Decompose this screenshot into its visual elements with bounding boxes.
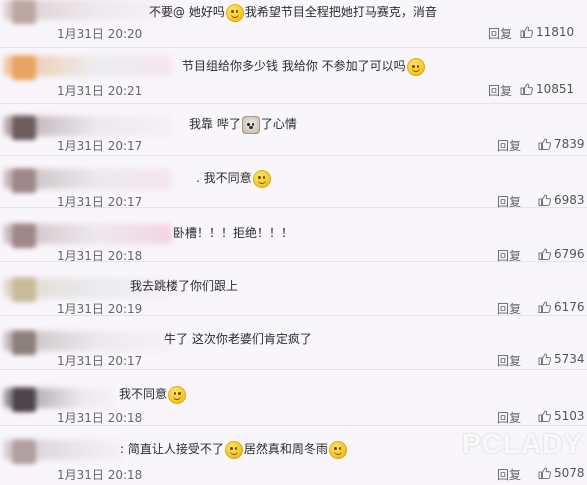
- thumbs-up-icon: [538, 248, 551, 260]
- like-button[interactable]: 11810: [520, 25, 574, 39]
- reply-button[interactable]: 回复: [497, 466, 521, 483]
- avatar: [12, 116, 36, 140]
- dog-emoji-icon: [241, 115, 260, 134]
- thumbs-up-icon: [538, 467, 551, 479]
- thumbs-up-icon: [538, 353, 551, 365]
- thinking-emoji-icon: [224, 440, 243, 459]
- comment-item: 不要@ 她好吗 我希望节目全程把她打马赛克，消音 1月31日 20:20 回复 1…: [0, 0, 587, 48]
- like-button[interactable]: 6796: [538, 247, 585, 261]
- comment-item: 我靠 哔了 了心情 1月31日 20:17 回复 7839: [0, 104, 587, 156]
- smile-emoji-icon: [225, 3, 244, 22]
- comment-item: 牛了 这次你老婆们肯定疯了 1月31日 20:17 回复 5734: [0, 316, 587, 370]
- reply-button[interactable]: 回复: [488, 25, 512, 42]
- avatar: [12, 0, 36, 24]
- comment-text: . 我不同意: [196, 169, 272, 188]
- like-button[interactable]: 7839: [538, 137, 585, 151]
- comment-time: 1月31日 20:20: [57, 27, 143, 41]
- comment-item: 卧槽！！！拒绝！！！ 1月31日 20:18 回复 6796: [0, 208, 587, 263]
- like-button[interactable]: 5103: [538, 409, 585, 423]
- comment-text: : 简直让人接受不了 居然真和周冬雨: [120, 440, 348, 459]
- comment-text: 我靠 哔了 了心情: [189, 115, 297, 134]
- like-count: 6983: [554, 193, 585, 207]
- like-button[interactable]: 6983: [538, 193, 585, 207]
- reply-button[interactable]: 回复: [497, 137, 521, 154]
- like-count: 5103: [554, 409, 585, 423]
- comment-time: 1月31日 20:18: [57, 411, 143, 425]
- like-count: 5734: [554, 352, 585, 366]
- comment-time: 1月31日 20:21: [57, 84, 143, 98]
- comment-item: 我去跳楼了你们跟上 1月31日 20:19 回复 6176: [0, 262, 587, 316]
- avatar: [12, 224, 36, 248]
- comment-time: 1月31日 20:17: [57, 354, 143, 368]
- reply-button[interactable]: 回复: [497, 300, 521, 317]
- angry-emoji-icon: [406, 57, 425, 76]
- avatar: [12, 278, 36, 302]
- like-count: 6176: [554, 300, 585, 314]
- like-count: 7839: [554, 137, 585, 151]
- avatar: [12, 169, 36, 193]
- avatar: [12, 388, 36, 412]
- thumbs-up-icon: [538, 410, 551, 422]
- avatar: [12, 56, 36, 80]
- comment-item: 节目组给你多少钱 我给你 不参加了可以吗 1月31日 20:21 回复 1085…: [0, 48, 587, 104]
- avatar: [12, 440, 36, 464]
- thumbs-up-icon: [520, 83, 533, 95]
- reply-button[interactable]: 回复: [497, 352, 521, 369]
- like-count: 6796: [554, 247, 585, 261]
- comment-text: 我去跳楼了你们跟上: [130, 279, 239, 293]
- thumbs-up-icon: [520, 26, 533, 38]
- like-button[interactable]: 5734: [538, 352, 585, 366]
- comment-text: 节目组给你多少钱 我给你 不参加了可以吗: [182, 57, 426, 76]
- comment-time: 1月31日 20:19: [57, 302, 143, 316]
- thinking-emoji-icon: [328, 440, 347, 459]
- like-count: 10851: [536, 82, 575, 96]
- comment-time: 1月31日 20:17: [57, 139, 143, 153]
- reply-button[interactable]: 回复: [497, 409, 521, 426]
- comment-text: 我不同意: [119, 385, 187, 404]
- comment-item: . 我不同意 1月31日 20:17 回复 6983: [0, 156, 587, 209]
- comment-text: 不要@ 她好吗 我希望节目全程把她打马赛克，消音: [149, 3, 437, 22]
- smile-emoji-icon: [168, 385, 187, 404]
- like-count: 11810: [536, 25, 575, 39]
- comment-item: 我不同意 1月31日 20:18 回复 5103: [0, 370, 587, 426]
- comment-time: 1月31日 20:18: [57, 468, 143, 482]
- thumbs-up-icon: [538, 194, 551, 206]
- like-button[interactable]: 10851: [520, 82, 574, 96]
- thumbs-up-icon: [538, 138, 551, 150]
- avatar: [12, 331, 36, 355]
- reply-button[interactable]: 回复: [488, 82, 512, 99]
- like-button[interactable]: 5078: [538, 466, 585, 480]
- comment-text: 卧槽！！！拒绝！！！: [173, 226, 294, 240]
- like-count: 5078: [554, 466, 585, 480]
- smile-emoji-icon: [252, 169, 271, 188]
- thumbs-up-icon: [538, 301, 551, 313]
- watermark-logo: PCLADY: [462, 428, 584, 459]
- comment-text: 牛了 这次你老婆们肯定疯了: [164, 332, 312, 346]
- like-button[interactable]: 6176: [538, 300, 585, 314]
